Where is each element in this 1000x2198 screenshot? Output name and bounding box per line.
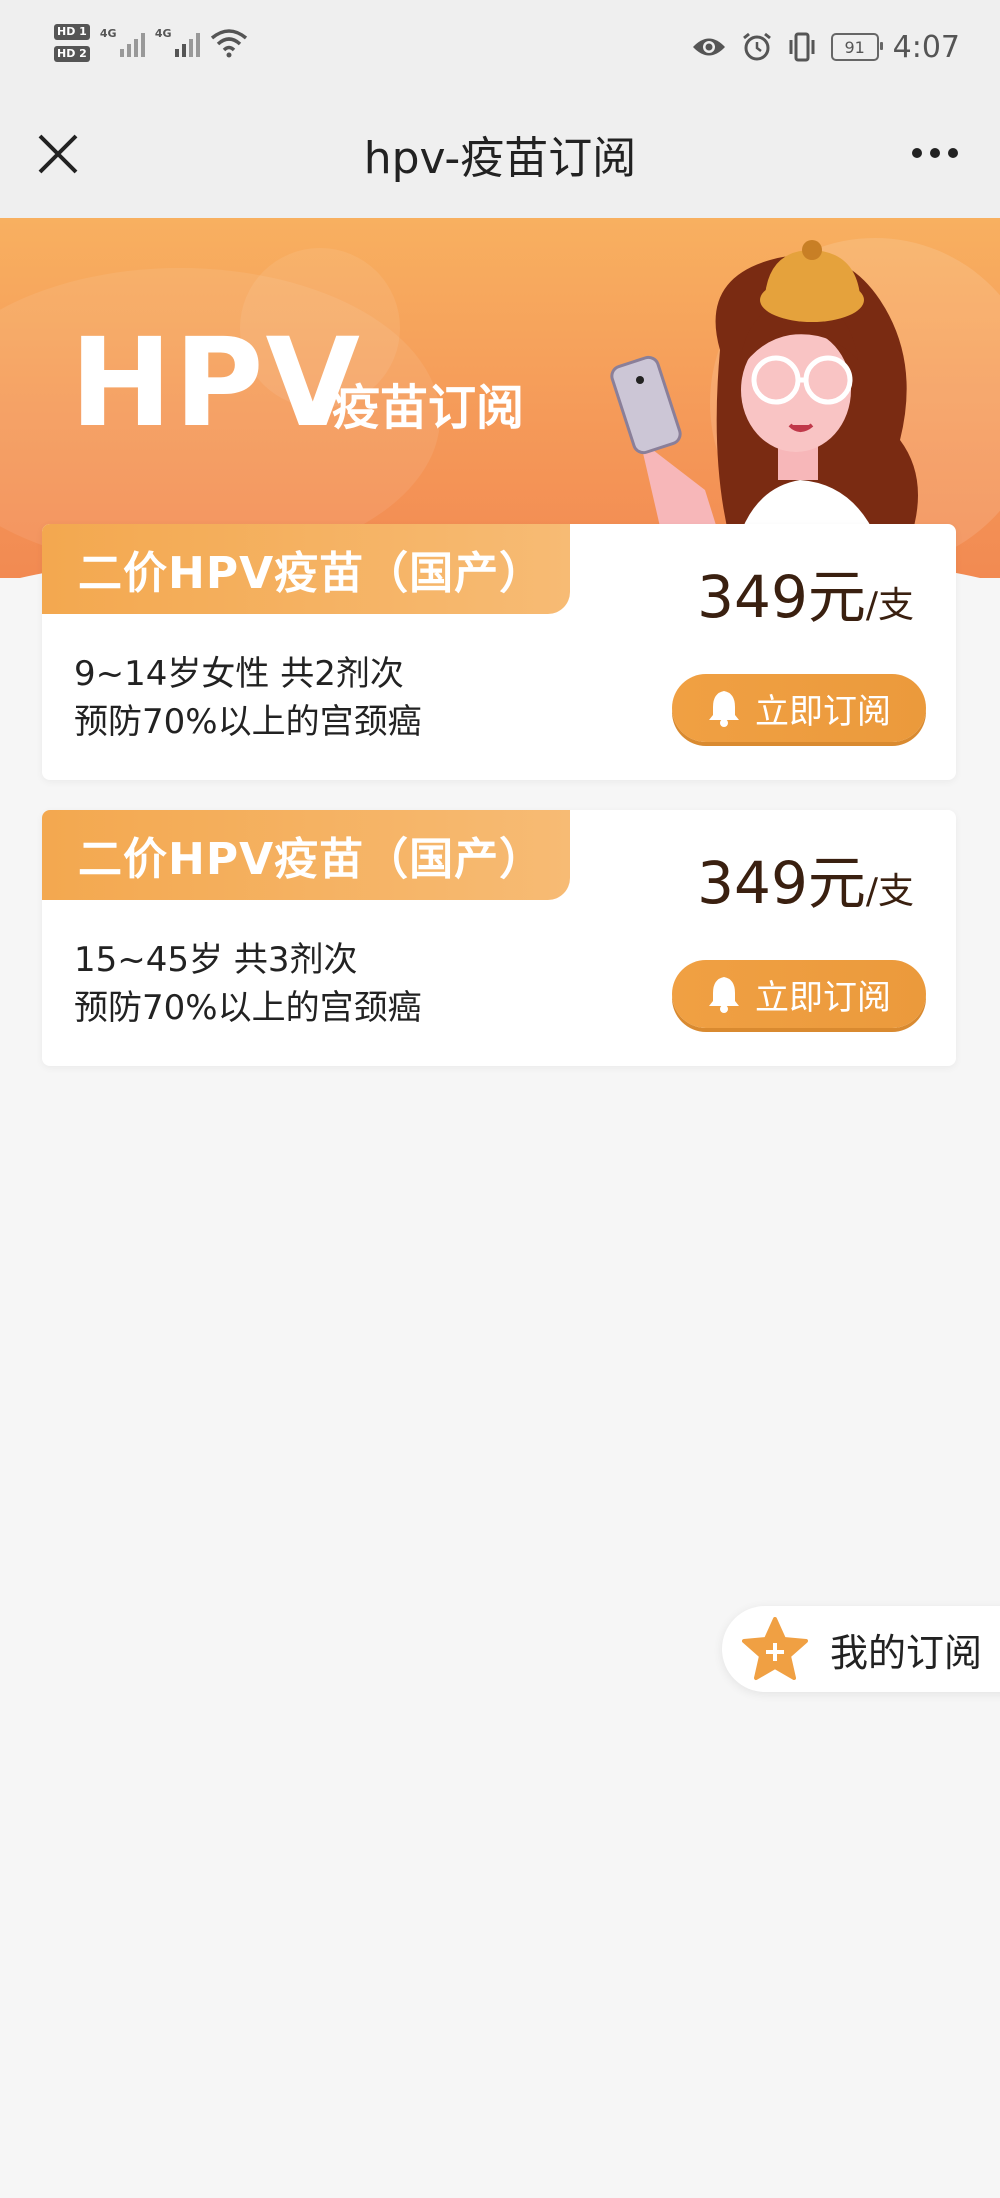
status-right: 91 4:07 xyxy=(691,24,960,70)
vaccine-card: 二价HPV疫苗（国产） 349元/支 15~45岁 共3剂次 预防70%以上的宫… xyxy=(42,810,956,1066)
bell-icon xyxy=(709,691,739,727)
my-subscriptions-label: 我的订阅 xyxy=(830,1630,983,1675)
vaccine-eligibility: 15~45岁 共3剂次 xyxy=(74,940,358,980)
subscribe-button-label: 立即订阅 xyxy=(755,977,891,1018)
vaccine-effect: 预防70%以上的宫颈癌 xyxy=(74,988,422,1028)
vaccine-effect: 预防70%以上的宫颈癌 xyxy=(74,702,422,742)
bell-icon xyxy=(709,977,739,1013)
vaccine-name: 二价HPV疫苗（国产） xyxy=(42,810,570,900)
clock: 4:07 xyxy=(892,29,960,65)
banner-subtitle: 疫苗订阅 xyxy=(332,380,525,436)
signal-2-icon: 4G xyxy=(155,27,200,57)
vaccine-price: 349元/支 xyxy=(697,849,914,917)
vaccine-description: 15~45岁 共3剂次 预防70%以上的宫颈癌 xyxy=(74,936,422,1032)
hd-indicators: HD 1 HD 2 xyxy=(54,24,90,62)
subscribe-button-label: 立即订阅 xyxy=(755,691,891,732)
eye-icon xyxy=(692,38,725,56)
banner-title: HPV xyxy=(70,312,362,454)
star-plus-icon xyxy=(742,1617,808,1680)
page-title: hpv-疫苗订阅 xyxy=(363,133,637,184)
vaccine-description: 9~14岁女性 共2剂次 预防70%以上的宫颈癌 xyxy=(74,650,422,746)
vaccine-price: 349元/支 xyxy=(697,563,914,631)
status-bar: HD 1 HD 2 4G 4G 91 4:07 xyxy=(0,0,1000,100)
nav-bar: hpv-疫苗订阅 xyxy=(0,100,1000,218)
status-left: HD 1 HD 2 4G 4G xyxy=(54,20,248,66)
more-menu-icon[interactable] xyxy=(912,148,958,158)
subscribe-button[interactable]: 立即订阅 xyxy=(672,674,926,742)
hd2-badge: HD 2 xyxy=(54,46,90,62)
battery-icon: 91 xyxy=(830,33,883,61)
my-subscriptions-button[interactable]: 我的订阅 xyxy=(722,1606,1000,1692)
vibrate-icon xyxy=(789,32,815,62)
wifi-icon xyxy=(210,29,247,58)
alarm-icon xyxy=(742,32,771,61)
vaccine-name: 二价HPV疫苗（国产） xyxy=(42,524,570,614)
vaccine-card: 二价HPV疫苗（国产） 349元/支 9~14岁女性 共2剂次 预防70%以上的… xyxy=(42,524,956,780)
signal-1-icon: 4G xyxy=(100,27,145,57)
vaccine-eligibility: 9~14岁女性 共2剂次 xyxy=(74,654,404,694)
hd1-badge: HD 1 xyxy=(54,24,90,40)
subscribe-button[interactable]: 立即订阅 xyxy=(672,960,926,1028)
